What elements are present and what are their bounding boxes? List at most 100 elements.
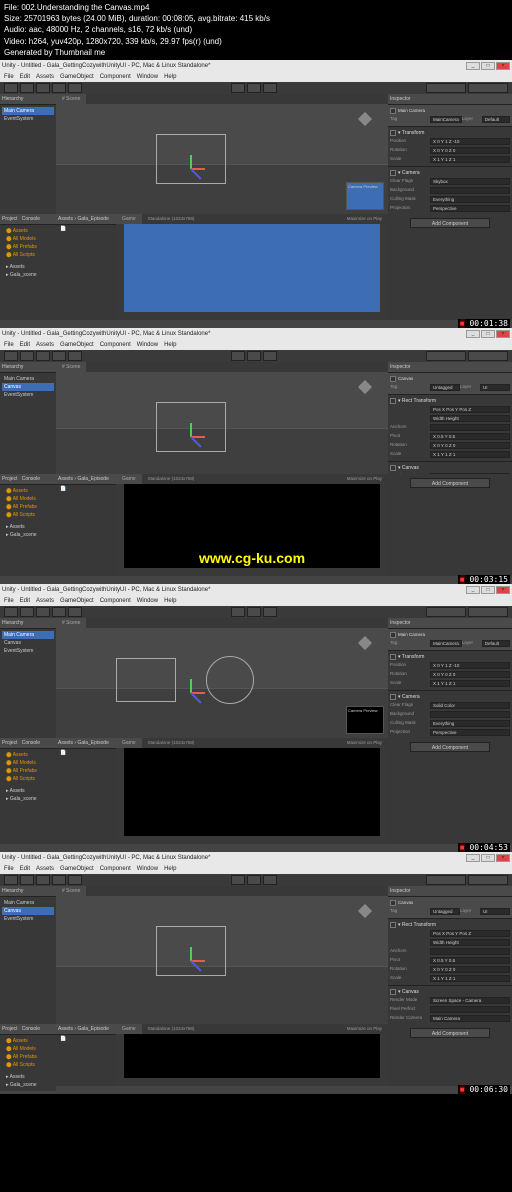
menu-edit[interactable]: Edit [20,866,30,872]
project-filter[interactable]: ⬤ All Models [2,235,54,243]
menu-edit[interactable]: Edit [20,342,30,348]
transform-gizmo[interactable] [176,422,206,452]
menu-help[interactable]: Help [164,342,176,348]
prop-field[interactable]: X 1 Y 1 Z 1 [430,680,510,687]
component-checkbox[interactable] [390,398,396,404]
hierarchy-item[interactable]: EventSystem [2,391,54,399]
play-button[interactable] [231,875,245,885]
menu-window[interactable]: Window [137,866,158,872]
prop-field[interactable]: Perspective [430,205,510,212]
menu-edit[interactable]: Edit [20,74,30,80]
prop-field[interactable]: Screen Space - Camera [430,997,510,1004]
prop-field[interactable] [430,1006,510,1013]
inspector-tab[interactable]: Inspector [388,618,512,629]
project-folder[interactable]: ▸ Gala_scene [2,271,54,279]
max-on-play[interactable]: Maximize on Play [341,738,388,748]
tool-button[interactable] [20,607,34,617]
viewcube-icon[interactable] [356,902,374,920]
layer-dropdown[interactable]: Default [482,116,510,123]
play-button[interactable] [263,351,277,361]
tool-button[interactable] [36,607,50,617]
layout-dropdown[interactable] [468,607,508,617]
prop-field[interactable]: X 0 Y 1 Z -10 [430,662,510,669]
component-title[interactable]: ▾ Transform [398,654,424,660]
tool-button[interactable] [4,83,18,93]
add-component-button[interactable]: Add Component [410,218,490,228]
close-button[interactable]: × [496,586,510,594]
menu-file[interactable]: File [4,342,14,348]
prop-field[interactable] [430,948,510,955]
tag-dropdown[interactable]: Untagged [430,908,460,915]
menu-gameobject[interactable]: GameObject [60,866,94,872]
project-filter[interactable]: ⬤ Assets [2,227,54,235]
game-resolution[interactable]: Standalone (1024x768) [142,738,201,748]
menu-component[interactable]: Component [100,342,131,348]
project-folder[interactable]: ▸ Gala_scene [2,1081,54,1089]
play-button[interactable] [247,875,261,885]
prop-field[interactable]: X 0 Y 0 Z 0 [430,966,510,973]
prop-field[interactable]: X 0.5 Y 0.5 [430,433,510,440]
project-folder[interactable]: ▸ Assets [2,1073,54,1081]
viewcube-icon[interactable] [356,110,374,128]
menu-assets[interactable]: Assets [36,866,54,872]
max-on-play[interactable]: Maximize on Play [341,474,388,484]
project-filter[interactable]: ⬤ Assets [2,751,54,759]
game-resolution[interactable]: Standalone (1024x768) [142,474,201,484]
component-title[interactable]: ▾ Camera [398,694,420,700]
tool-button[interactable] [20,875,34,885]
project-tab[interactable]: Project Console [0,738,56,749]
menu-file[interactable]: File [4,74,14,80]
prop-field[interactable]: Pos X Pos Y Pos Z [430,930,510,937]
component-checkbox[interactable] [390,654,396,660]
prop-field[interactable]: X 0 Y 0 Z 0 [430,442,510,449]
tool-button[interactable] [20,351,34,361]
scene-tab[interactable]: # Scene [56,362,86,372]
layers-dropdown[interactable] [426,351,466,361]
tool-button[interactable] [4,875,18,885]
layer-dropdown[interactable]: UI [480,384,510,391]
menu-gameobject[interactable]: GameObject [60,74,94,80]
prop-field[interactable]: X 1 Y 1 Z 1 [430,156,510,163]
play-button[interactable] [247,351,261,361]
menu-gameobject[interactable]: GameObject [60,342,94,348]
minimize-button[interactable]: _ [466,62,480,70]
layers-dropdown[interactable] [426,83,466,93]
menu-window[interactable]: Window [137,598,158,604]
project-tab[interactable]: Project Console [0,474,56,485]
hierarchy-item[interactable]: Canvas [2,383,54,391]
prop-field[interactable]: X 0 Y 0 Z 0 [430,147,510,154]
project-filter[interactable]: ⬤ All Scripts [2,775,54,783]
prop-field[interactable]: Width Height [430,415,510,422]
tool-button[interactable] [52,875,66,885]
play-button[interactable] [247,607,261,617]
maximize-button[interactable]: □ [481,586,495,594]
hierarchy-tab[interactable]: Hierarchy [0,362,56,373]
game-tab[interactable]: Game [116,738,142,748]
scene-view[interactable] [56,372,388,474]
minimize-button[interactable]: _ [466,854,480,862]
hierarchy-tab[interactable]: Hierarchy [0,886,56,897]
project-filter[interactable]: ⬤ All Prefabs [2,1053,54,1061]
layer-dropdown[interactable]: Default [482,640,510,647]
game-tab[interactable]: Game [116,214,142,224]
play-button[interactable] [263,607,277,617]
close-button[interactable]: × [496,62,510,70]
game-resolution[interactable]: Standalone (1024x768) [142,214,201,224]
project-filter[interactable]: ⬤ All Prefabs [2,503,54,511]
tool-button[interactable] [68,875,82,885]
gameobject-name[interactable]: Canvas [398,900,413,906]
tag-dropdown[interactable]: MainCamera [430,640,462,647]
menu-assets[interactable]: Assets [36,342,54,348]
prop-field[interactable]: Width Height [430,939,510,946]
maximize-button[interactable]: □ [481,62,495,70]
project-filter[interactable]: ⬤ All Scripts [2,511,54,519]
menu-window[interactable]: Window [137,74,158,80]
project-filter[interactable]: ⬤ All Scripts [2,1061,54,1069]
prop-field[interactable] [430,711,510,718]
hierarchy-item[interactable]: Canvas [2,639,54,647]
transform-gizmo[interactable] [176,678,206,708]
component-checkbox[interactable] [390,170,396,176]
tool-button[interactable] [4,607,18,617]
layers-dropdown[interactable] [426,875,466,885]
project-filter[interactable]: ⬤ All Prefabs [2,767,54,775]
